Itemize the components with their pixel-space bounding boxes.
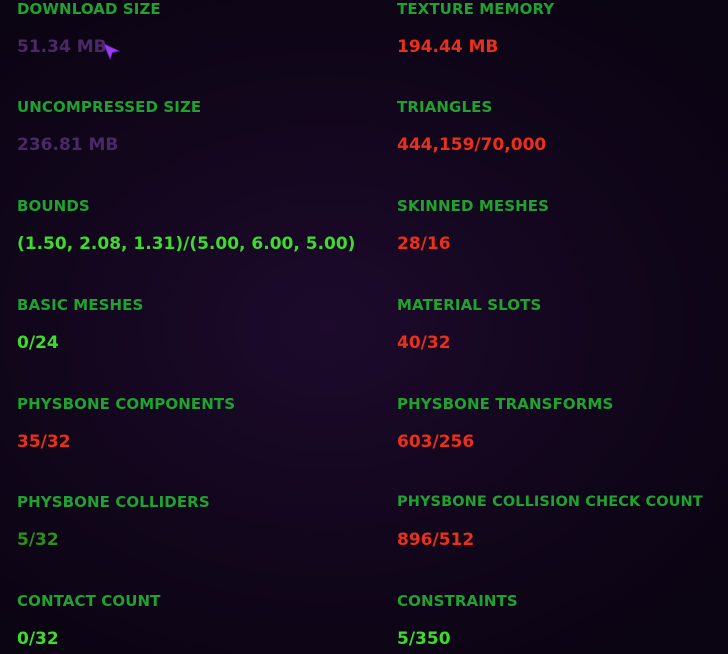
stat-value: 603/256: [397, 432, 475, 452]
stat-value: 28/16: [397, 234, 451, 254]
stat-label: BOUNDS: [17, 197, 90, 215]
pointer-arrow-icon: [103, 43, 121, 61]
stat-label: PHYSBONE COMPONENTS: [17, 395, 236, 413]
stat-constraints: CONSTRAINTS 5/350: [397, 591, 728, 651]
stat-label: BASIC MESHES: [17, 296, 144, 314]
stat-label: TEXTURE MEMORY: [397, 0, 555, 18]
stat-triangles: TRIANGLES 444,159/70,000: [397, 97, 728, 157]
stat-physbone-colliders: PHYSBONE COLLIDERS 5/32: [17, 492, 357, 552]
stat-value: 236.81 MB: [17, 135, 119, 155]
stat-value: 0/32: [17, 629, 59, 649]
stat-label: MATERIAL SLOTS: [397, 296, 542, 314]
stat-value: 444,159/70,000: [397, 135, 547, 155]
stat-value: 5/350: [397, 629, 451, 649]
stat-contact-count: CONTACT COUNT 0/32: [17, 591, 357, 651]
stat-label: UNCOMPRESSED SIZE: [17, 98, 202, 116]
stat-physbone-collision-check-count: PHYSBONE COLLISION CHECK COUNT 896/512: [397, 492, 728, 552]
stat-value: 5/32: [17, 530, 59, 550]
stat-label: TRIANGLES: [397, 98, 493, 116]
stat-physbone-components: PHYSBONE COMPONENTS 35/32: [17, 394, 357, 454]
stat-value: 40/32: [397, 333, 451, 353]
stat-download-size: DOWNLOAD SIZE 51.34 MB: [17, 0, 357, 59]
stat-texture-memory: TEXTURE MEMORY 194.44 MB: [397, 0, 728, 59]
stat-value: 51.34 MB: [17, 37, 107, 57]
stat-uncompressed-size: UNCOMPRESSED SIZE 236.81 MB: [17, 97, 357, 157]
stat-label: PHYSBONE TRANSFORMS: [397, 395, 614, 413]
stat-label: PHYSBONE COLLISION CHECK COUNT: [397, 494, 703, 510]
stat-value: 35/32: [17, 432, 71, 452]
stat-bounds: BOUNDS (1.50, 2.08, 1.31)/(5.00, 6.00, 5…: [17, 196, 357, 256]
stat-value: 896/512: [397, 530, 475, 550]
stat-label: CONTACT COUNT: [17, 592, 161, 610]
stat-basic-meshes: BASIC MESHES 0/24: [17, 295, 357, 355]
stat-value: 194.44 MB: [397, 37, 499, 57]
stat-label: DOWNLOAD SIZE: [17, 0, 161, 18]
stat-label: SKINNED MESHES: [397, 197, 550, 215]
stat-skinned-meshes: SKINNED MESHES 28/16: [397, 196, 728, 256]
stat-label: CONSTRAINTS: [397, 592, 518, 610]
stat-material-slots: MATERIAL SLOTS 40/32: [397, 295, 728, 355]
stat-value: (1.50, 2.08, 1.31)/(5.00, 6.00, 5.00): [17, 234, 356, 254]
stat-physbone-transforms: PHYSBONE TRANSFORMS 603/256: [397, 394, 728, 454]
stat-value: 0/24: [17, 333, 59, 353]
stat-label: PHYSBONE COLLIDERS: [17, 493, 210, 511]
